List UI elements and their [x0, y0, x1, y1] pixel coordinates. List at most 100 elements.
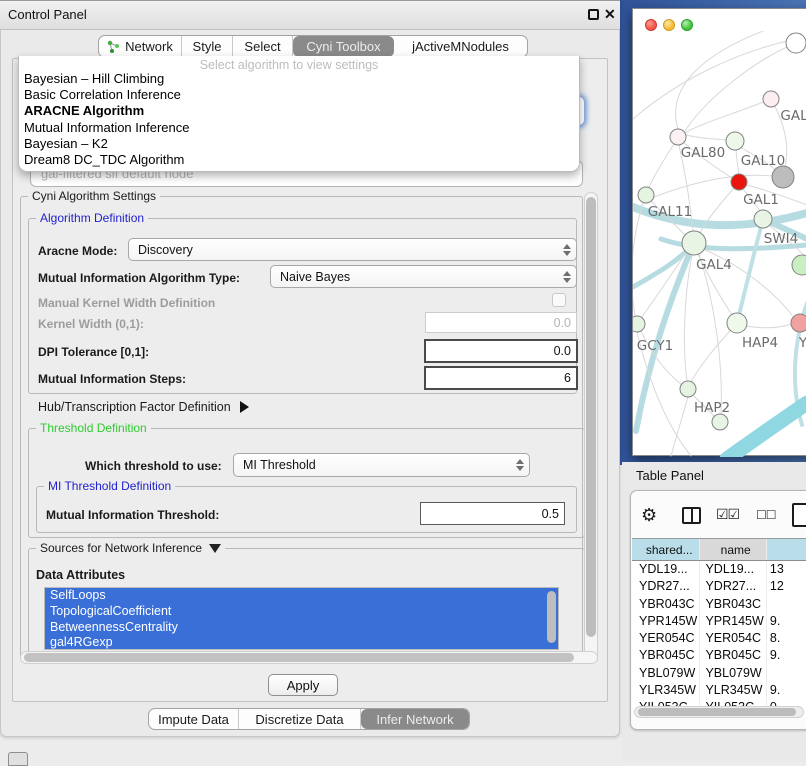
network-edge[interactable]	[685, 99, 771, 133]
close-panel-button[interactable]: ✕	[604, 6, 616, 22]
table-row[interactable]: YDL19...YDL19...13	[632, 561, 806, 578]
aracne-mode-combobox[interactable]: Discovery	[128, 238, 577, 261]
algorithm-popup-item[interactable]: Bayesian – K2	[21, 136, 577, 152]
network-node[interactable]	[786, 33, 806, 53]
mi-threshold-field[interactable]: 0.5	[420, 502, 565, 525]
table-cell: YER054C	[700, 630, 766, 647]
network-edge[interactable]	[671, 397, 688, 456]
tab-jactivemnodules[interactable]: jActiveMNodules	[394, 36, 527, 57]
data-attribute-item[interactable]: SelfLoops	[45, 588, 558, 604]
network-node-hap2[interactable]	[680, 381, 696, 397]
tab-select[interactable]: Select	[233, 36, 293, 57]
network-node-label: HAP2	[694, 400, 730, 416]
list-scrollbar-thumb[interactable]	[547, 591, 556, 643]
network-node-swi4[interactable]	[754, 210, 772, 228]
network-edge[interactable]	[746, 324, 792, 328]
data-attribute-item[interactable]: gal4RGexp	[45, 635, 558, 650]
column-header-shared-name[interactable]: shared...	[632, 539, 700, 560]
network-node-gal80[interactable]	[670, 129, 686, 145]
network-edge[interactable]	[649, 144, 674, 188]
sources-legend[interactable]: Sources for Network Inference	[36, 541, 225, 555]
column-header-partial[interactable]	[767, 539, 806, 560]
table-row[interactable]: YBR045CYBR045C9.	[632, 647, 806, 664]
network-node-gal4[interactable]	[682, 231, 706, 255]
mi-steps-field[interactable]: 6	[424, 366, 578, 390]
table-cell: 13	[767, 561, 806, 578]
network-edge[interactable]	[736, 150, 739, 174]
table-row[interactable]: YLR345WYLR345W9.	[632, 682, 806, 699]
algorithm-popup-item[interactable]: Bayesian – Hill Climbing	[21, 71, 577, 87]
deselect-all-checkboxes-icon[interactable]: ☐☐	[756, 508, 776, 522]
network-edge[interactable]	[686, 135, 727, 140]
settings-hscrollbar-thumb[interactable]	[24, 653, 574, 662]
hub-definition-toggle[interactable]: Hub/Transcription Factor Definition	[38, 400, 249, 414]
table-row[interactable]: YDR27...YDR27...12	[632, 578, 806, 595]
table-cell: 9.	[767, 682, 806, 699]
data-attribute-item[interactable]: TopologicalCoefficient	[45, 604, 558, 620]
tab-network[interactable]: Network	[99, 36, 182, 57]
float-window-button[interactable]	[588, 9, 599, 20]
network-edge[interactable]	[633, 203, 643, 316]
mi-threshold-value: 0.5	[542, 507, 559, 521]
table-options-icon[interactable]	[792, 503, 806, 527]
expand-arrow-icon[interactable]	[240, 401, 249, 413]
tab-infer-network[interactable]: Infer Network	[361, 709, 469, 729]
network-node-gal11[interactable]	[638, 187, 654, 203]
data-attributes-list[interactable]: SelfLoopsTopologicalCoefficientBetweenne…	[44, 587, 559, 650]
network-node[interactable]	[712, 414, 728, 430]
close-traffic-light-icon[interactable]	[645, 19, 657, 31]
gear-icon[interactable]: ⚙	[641, 504, 657, 526]
mi-type-combobox[interactable]: Naive Bayes	[270, 265, 577, 288]
tab-discretize-data[interactable]: Discretize Data	[239, 709, 361, 729]
network-node-gal10[interactable]	[726, 132, 744, 150]
algorithm-popup-item[interactable]: Basic Correlation Inference	[21, 87, 577, 103]
table-row[interactable]: YER054CYER054C8.	[632, 630, 806, 647]
network-node-gal[interactable]	[763, 91, 779, 107]
split-columns-icon[interactable]	[682, 507, 701, 524]
network-edge[interactable]	[727, 403, 806, 457]
network-edge[interactable]	[685, 43, 796, 131]
network-edge[interactable]	[636, 243, 694, 431]
settings-vertical-scrollbar[interactable]	[584, 192, 598, 662]
settings-vscrollbar-thumb[interactable]	[586, 197, 596, 637]
network-edge[interactable]	[737, 219, 763, 323]
settings-horizontal-scrollbar[interactable]	[20, 651, 598, 664]
table-cell: YLR345W	[632, 682, 700, 699]
table-row[interactable]: YBR043CYBR043C	[632, 596, 806, 613]
table-hscrollbar-thumb[interactable]	[638, 708, 796, 716]
tab-style[interactable]: Style	[182, 36, 233, 57]
data-attribute-item[interactable]: BetweennessCentrality	[45, 620, 558, 636]
zoom-traffic-light-icon[interactable]	[681, 19, 693, 31]
minimized-window-icon[interactable]	[8, 752, 28, 766]
which-threshold-value: MI Threshold	[243, 458, 316, 472]
network-node-gcy1[interactable]	[633, 316, 645, 332]
network-node[interactable]	[792, 255, 806, 275]
network-node-hap4[interactable]	[727, 313, 747, 333]
network-node-gal1[interactable]	[731, 174, 747, 190]
select-all-checkboxes-icon[interactable]: ☑☑	[716, 506, 739, 523]
algorithm-popup-item[interactable]: Dream8 DC_TDC Algorithm	[21, 152, 577, 168]
combo-stepper-icon	[516, 459, 524, 471]
table-row[interactable]: YBL079WYBL079W	[632, 665, 806, 682]
algorithm-popup-item[interactable]: Mutual Information Inference	[21, 120, 577, 136]
network-node[interactable]	[772, 166, 794, 188]
table-row[interactable]: YPR145WYPR145W9.	[632, 613, 806, 630]
network-edge[interactable]	[691, 330, 731, 382]
tab-impute-data[interactable]: Impute Data	[149, 709, 239, 729]
network-edge[interactable]	[633, 41, 787, 119]
table-horizontal-scrollbar[interactable]	[634, 706, 804, 718]
network-edge[interactable]	[684, 255, 692, 381]
table-cell: YDR27...	[632, 578, 700, 595]
network-graph-canvas[interactable]: GALGAL80GAL10GAL1GAL11SWI4GAL4GCY1HAP4YH…	[633, 31, 806, 457]
apply-button[interactable]: Apply	[268, 674, 338, 696]
algorithm-popup-item[interactable]: ARACNE Algorithm	[21, 103, 577, 119]
manual-kernel-checkbox[interactable]	[552, 293, 566, 307]
column-header-name[interactable]: name	[700, 539, 766, 560]
network-node-y[interactable]	[791, 314, 806, 332]
minimize-traffic-light-icon[interactable]	[663, 19, 675, 31]
tab-cyni-toolbox[interactable]: Cyni Toolbox	[293, 36, 394, 57]
collapse-arrow-icon[interactable]	[209, 544, 221, 553]
which-threshold-combobox[interactable]: MI Threshold	[233, 453, 530, 477]
dpi-tolerance-field[interactable]: 0.0	[424, 339, 578, 363]
kernel-width-field[interactable]: 0.0	[425, 312, 577, 333]
